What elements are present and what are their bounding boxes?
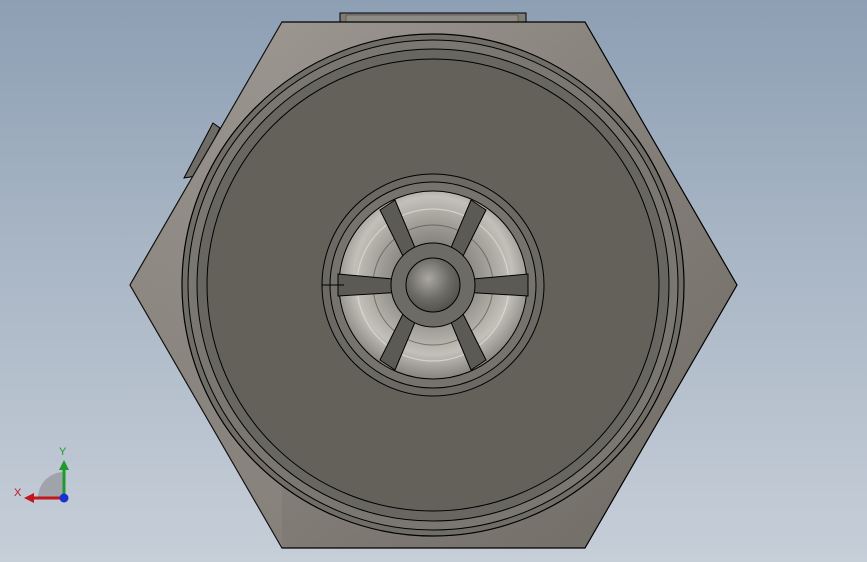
orientation-triad: Y X [14, 446, 69, 503]
y-axis-label: Y [59, 446, 67, 458]
x-axis-label: X [14, 487, 22, 499]
z-axis-dot [59, 493, 69, 503]
hub-dome [405, 257, 461, 313]
y-axis-arrow [59, 460, 69, 470]
graphics-viewport[interactable]: Y X [0, 0, 867, 562]
triad-plane-shade [38, 472, 64, 498]
x-axis-arrow [24, 493, 34, 503]
hex-fitting-model[interactable] [0, 0, 867, 562]
